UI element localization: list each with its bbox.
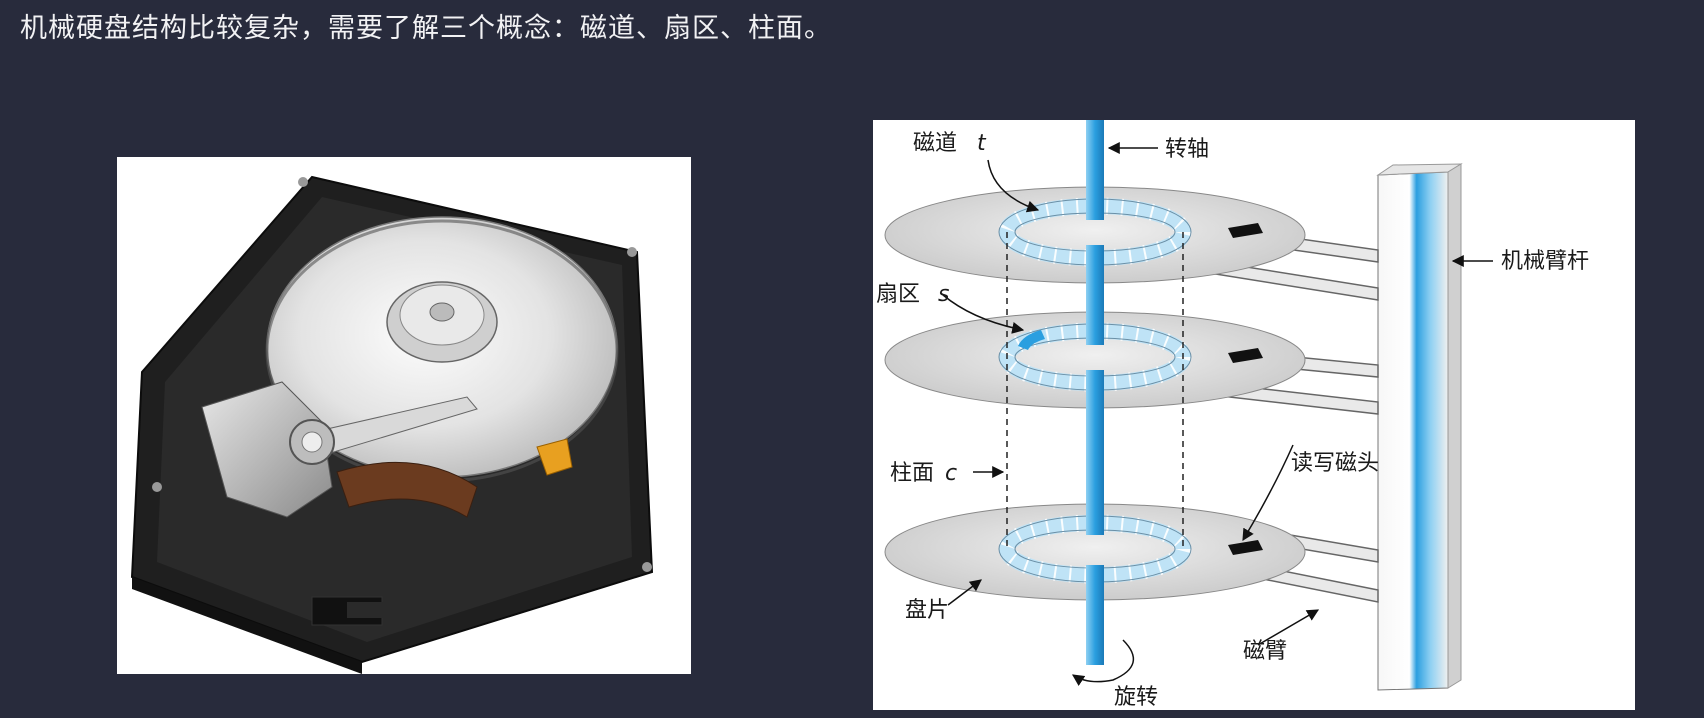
- label-actuator-arm: 机械臂杆: [1501, 249, 1589, 274]
- hdd-jumper: [347, 602, 387, 618]
- label-read-write-head: 读写磁头: [1291, 451, 1379, 476]
- hdd-screw: [298, 177, 308, 187]
- label-track: 磁道: [913, 131, 957, 156]
- slide-heading: 机械硬盘结构比较复杂，需要了解三个概念：磁道、扇区、柱面。: [20, 13, 832, 44]
- hdd-hub-center: [429, 302, 455, 322]
- hdd-screw: [642, 562, 652, 572]
- label-spindle: 转轴: [1165, 137, 1209, 162]
- label-rotation: 旋转: [1114, 685, 1158, 710]
- label-cylinder: 柱面: [890, 461, 934, 486]
- label-platter: 盘片: [905, 598, 949, 623]
- hdd-pivot-cap: [301, 431, 323, 453]
- hdd-illustration: [130, 175, 654, 674]
- hdd-screw: [627, 247, 637, 257]
- actuator-bar: [1376, 163, 1463, 691]
- spindle: [1086, 120, 1104, 665]
- hdd-photo: [117, 157, 691, 674]
- label-sector: 扇区: [876, 282, 920, 307]
- hdd-screw: [152, 482, 162, 492]
- label-track-var: t: [977, 131, 987, 156]
- disk-schematic: 磁道 t 转轴 扇区 s 机械臂杆 柱面 c 读写磁头 盘片 磁臂 旋转: [876, 120, 1589, 710]
- label-cylinder-var: c: [945, 461, 957, 486]
- label-head-arm: 磁臂: [1243, 639, 1287, 664]
- disk-structure-diagram: 磁道 t 转轴 扇区 s 机械臂杆 柱面 c 读写磁头 盘片 磁臂 旋转: [873, 120, 1635, 710]
- label-sector-var: s: [938, 282, 949, 307]
